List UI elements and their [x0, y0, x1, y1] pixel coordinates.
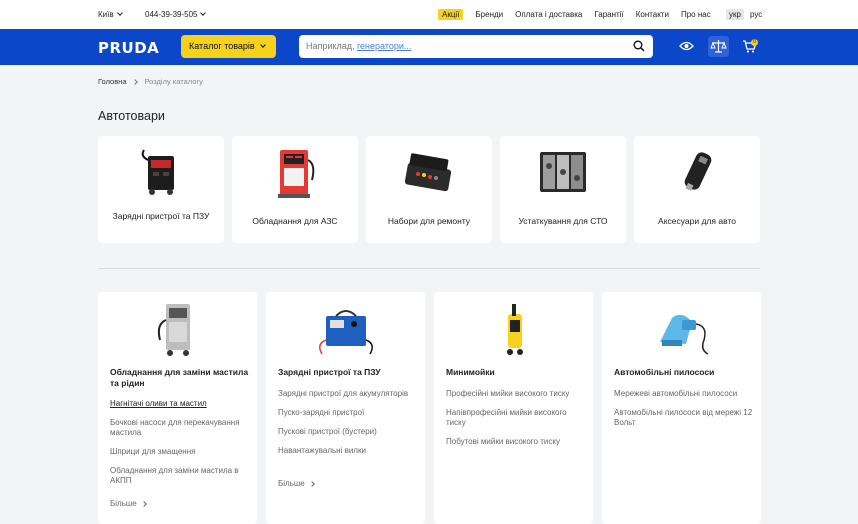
- search-placeholder: Наприклад, генератори...: [306, 41, 411, 51]
- category-label: Аксесуари для авто: [658, 216, 736, 226]
- section-link[interactable]: Пускові пристрої (бустери): [278, 427, 418, 437]
- nav-link-about[interactable]: Про нас: [681, 9, 711, 20]
- section-link[interactable]: Зарядні пристрої для акумуляторів: [278, 389, 418, 399]
- fuel-dispenser-image: [278, 150, 315, 198]
- category-cards: Зарядні пристрої та ПЗУ Обладнання для А…: [98, 136, 760, 243]
- language-switcher: укр рус: [726, 9, 765, 20]
- category-card-repair-kits[interactable]: Набори для ремонту: [366, 136, 492, 243]
- phone-number: 044-39-39-505: [145, 10, 198, 19]
- top-bar: Київ 044-39-39-505 Акції Бренди Оплата і…: [0, 0, 858, 29]
- car-charger-image: [684, 152, 712, 191]
- section-link[interactable]: Обладнання для заміни мастила в АКПП: [110, 466, 250, 486]
- nav-link-brands[interactable]: Бренди: [475, 9, 503, 20]
- lang-ukr[interactable]: укр: [726, 9, 744, 20]
- chevron-down-icon: [116, 10, 123, 16]
- category-card-car-accessories[interactable]: Аксесуари для авто: [634, 136, 760, 243]
- section-link[interactable]: Автомобільні пилососи від мережі 12 Воль…: [614, 408, 754, 428]
- section-chargers: Зарядні пристрої та ПЗУ Зарядні пристрої…: [266, 292, 425, 524]
- breadcrumb: Головна Розділу каталогу: [98, 77, 203, 86]
- chevron-down-icon: [200, 10, 207, 16]
- section-link[interactable]: Професійні мийки високого тиску: [446, 389, 586, 399]
- section-title[interactable]: Обладнання для заміни мастила та рідин: [110, 367, 250, 389]
- repair-kit-image: [404, 153, 452, 192]
- site-logo[interactable]: PRUDA: [98, 39, 159, 57]
- chevron-down-icon: [259, 42, 266, 48]
- city-selector[interactable]: Київ: [98, 10, 123, 19]
- section-mini-washers: Минимойки Професійні мийки високого тиск…: [434, 292, 593, 524]
- section-link[interactable]: Нагнітачі оливи та мастил: [110, 399, 250, 409]
- category-label: Набори для ремонту: [387, 216, 471, 226]
- section-link[interactable]: Побутові мийки високого тиску: [446, 437, 586, 447]
- lang-rus[interactable]: рус: [747, 9, 765, 20]
- category-card-service-equipment[interactable]: Устаткування для СТО: [500, 136, 626, 243]
- category-card-gas-station-equipment[interactable]: Обладнання для АЗС: [232, 136, 358, 243]
- section-title[interactable]: Минимойки: [446, 367, 586, 378]
- category-label: Устаткування для СТО: [518, 216, 608, 226]
- page-title: Автотовари: [98, 109, 165, 123]
- main-header: PRUDA Каталог товарів Наприклад, генерат…: [0, 29, 858, 65]
- search-placeholder-link[interactable]: генератори...: [357, 41, 411, 51]
- divider: [98, 268, 760, 269]
- section-link[interactable]: Пуско-зарядні пристрої: [278, 408, 418, 418]
- phone-selector[interactable]: 044-39-39-505: [145, 10, 207, 19]
- section-links: Нагнітачі оливи та мастил Бочкові насоси…: [110, 399, 250, 495]
- oil-change-machine-image: [157, 304, 190, 356]
- subcategory-sections: Обладнання для заміни мастила та рідин Н…: [98, 292, 761, 524]
- section-link[interactable]: Бочкові насоси для перекачування мастила: [110, 418, 250, 438]
- section-title[interactable]: Зарядні пристрої та ПЗУ: [278, 367, 418, 378]
- more-link[interactable]: Більше: [110, 499, 147, 508]
- battery-charger-image: [319, 310, 373, 355]
- search-icon[interactable]: [633, 40, 645, 52]
- section-oil-change-equipment: Обладнання для заміни мастила та рідин Н…: [98, 292, 257, 524]
- section-links: Мережеві автомобільні пилососи Автомобіл…: [614, 389, 754, 437]
- more-label: Більше: [110, 499, 137, 508]
- breadcrumb-current: Розділу каталогу: [144, 77, 203, 86]
- breadcrumb-home[interactable]: Головна: [98, 77, 127, 86]
- charger-image: [141, 149, 174, 195]
- nav-link-promo[interactable]: Акції: [438, 9, 464, 20]
- car-vacuum-image: [660, 314, 709, 355]
- category-card-chargers[interactable]: Зарядні пристрої та ПЗУ: [98, 136, 224, 243]
- pressure-washer-image: [507, 304, 523, 355]
- eye-icon[interactable]: [679, 41, 694, 51]
- category-label: Зарядні пристрої та ПЗУ: [112, 211, 210, 221]
- top-nav: Акції Бренди Оплата і доставка Гарантії …: [438, 9, 723, 20]
- nav-link-contacts[interactable]: Контакти: [636, 9, 669, 20]
- cart-count-badge: 0: [751, 39, 758, 46]
- section-title[interactable]: Автомобільні пилососи: [614, 367, 754, 378]
- catalog-label: Каталог товарів: [189, 41, 255, 51]
- scales-icon: [710, 40, 727, 53]
- section-links: Зарядні пристрої для акумуляторів Пуско-…: [278, 389, 418, 465]
- section-link[interactable]: Навантажувальні вилки: [278, 446, 418, 456]
- more-link[interactable]: Більше: [278, 479, 315, 488]
- nav-link-payment-delivery[interactable]: Оплата і доставка: [515, 9, 582, 20]
- category-label: Обладнання для АЗС: [252, 216, 338, 226]
- tool-set-image: [540, 152, 586, 192]
- city-label: Київ: [98, 10, 114, 19]
- compare-button[interactable]: [708, 36, 729, 57]
- catalog-button[interactable]: Каталог товарів: [181, 35, 276, 58]
- section-link[interactable]: Мережеві автомобільні пилососи: [614, 389, 754, 399]
- section-link[interactable]: Шприци для змащення: [110, 447, 250, 457]
- search-input[interactable]: Наприклад, генератори...: [299, 35, 653, 58]
- more-label: Більше: [278, 479, 305, 488]
- chevron-right-icon: [140, 500, 147, 507]
- nav-link-warranty[interactable]: Гарантії: [594, 9, 623, 20]
- chevron-right-icon: [131, 78, 138, 85]
- section-links: Професійні мийки високого тиску Напівпро…: [446, 389, 586, 456]
- chevron-right-icon: [308, 480, 315, 487]
- section-car-vacuums: Автомобільні пилососи Мережеві автомобіл…: [602, 292, 761, 524]
- section-link[interactable]: Напівпрофесійні мийки високого тиску: [446, 408, 586, 428]
- search-placeholder-prefix: Наприклад,: [306, 41, 357, 51]
